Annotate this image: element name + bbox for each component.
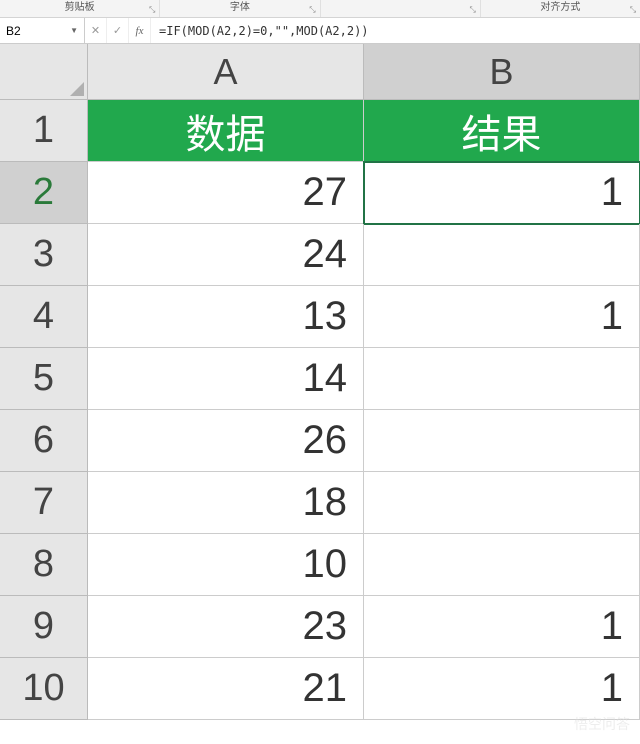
cell[interactable]: 14 bbox=[88, 348, 364, 410]
row-header[interactable]: 8 bbox=[0, 534, 88, 596]
cell[interactable]: 10 bbox=[88, 534, 364, 596]
formula-input[interactable]: =IF(MOD(A2,2)=0,"",MOD(A2,2)) bbox=[151, 18, 640, 43]
table-row: 810 bbox=[0, 534, 640, 596]
table-row: 1 数据 结果 bbox=[0, 100, 640, 162]
cell-header-b[interactable]: 结果 bbox=[364, 100, 640, 162]
table-row: 9231 bbox=[0, 596, 640, 658]
cell[interactable]: 13 bbox=[88, 286, 364, 348]
dialog-launcher-icon[interactable]: ⤡ bbox=[468, 2, 478, 12]
row-header[interactable]: 4 bbox=[0, 286, 88, 348]
dialog-launcher-icon[interactable]: ⤡ bbox=[308, 2, 318, 12]
ribbon-font: 字体 ⤡ bbox=[160, 0, 320, 17]
row-header[interactable]: 9 bbox=[0, 596, 88, 658]
cell[interactable]: 1 bbox=[364, 286, 640, 348]
column-headers: A B bbox=[0, 44, 640, 100]
column-header-b[interactable]: B bbox=[364, 44, 640, 100]
ribbon-label: 剪贴板 bbox=[65, 2, 95, 13]
row-header[interactable]: 10 bbox=[0, 658, 88, 720]
row-header[interactable]: 5 bbox=[0, 348, 88, 410]
cell[interactable] bbox=[364, 410, 640, 472]
dialog-launcher-icon[interactable]: ⤡ bbox=[147, 2, 157, 12]
cell[interactable]: 23 bbox=[88, 596, 364, 658]
row-header[interactable]: 3 bbox=[0, 224, 88, 286]
cell[interactable]: 24 bbox=[88, 224, 364, 286]
watermark: 悟空问答 bbox=[574, 714, 630, 734]
formula-cancel-button[interactable]: ✕ bbox=[85, 18, 107, 43]
cell[interactable] bbox=[364, 472, 640, 534]
table-row: 10211 bbox=[0, 658, 640, 720]
spreadsheet-grid: A B 1 数据 结果 2271324413151462671881092311… bbox=[0, 44, 640, 720]
formula-bar: B2 ▼ ✕ ✓ fx =IF(MOD(A2,2)=0,"",MOD(A2,2)… bbox=[0, 18, 640, 44]
cell[interactable]: 21 bbox=[88, 658, 364, 720]
cell[interactable] bbox=[364, 348, 640, 410]
table-row: 718 bbox=[0, 472, 640, 534]
ribbon-group-labels: 剪贴板 ⤡ 字体 ⤡ ⤡ 对齐方式 ⤡ bbox=[0, 0, 640, 18]
cell[interactable]: 1 bbox=[364, 162, 640, 224]
ribbon-blank: ⤡ bbox=[321, 0, 481, 17]
cell[interactable]: 1 bbox=[364, 596, 640, 658]
table-row: 626 bbox=[0, 410, 640, 472]
cell[interactable]: 18 bbox=[88, 472, 364, 534]
ribbon-alignment: 对齐方式 ⤡ bbox=[481, 0, 640, 17]
row-header[interactable]: 1 bbox=[0, 100, 88, 162]
formula-enter-button[interactable]: ✓ bbox=[107, 18, 129, 43]
name-box[interactable]: B2 ▼ bbox=[0, 18, 85, 43]
cell[interactable] bbox=[364, 224, 640, 286]
cell-header-a[interactable]: 数据 bbox=[88, 100, 364, 162]
table-row: 4131 bbox=[0, 286, 640, 348]
chevron-down-icon[interactable]: ▼ bbox=[70, 26, 78, 35]
table-row: 2271 bbox=[0, 162, 640, 224]
cell[interactable] bbox=[364, 534, 640, 596]
cell[interactable]: 26 bbox=[88, 410, 364, 472]
fx-button[interactable]: fx bbox=[129, 18, 151, 43]
cell[interactable]: 1 bbox=[364, 658, 640, 720]
row-header[interactable]: 2 bbox=[0, 162, 88, 224]
table-row: 324 bbox=[0, 224, 640, 286]
row-header[interactable]: 6 bbox=[0, 410, 88, 472]
ribbon-label: 字体 bbox=[230, 2, 250, 13]
cell[interactable]: 27 bbox=[88, 162, 364, 224]
column-header-a[interactable]: A bbox=[88, 44, 364, 100]
name-box-value: B2 bbox=[6, 24, 21, 38]
table-row: 514 bbox=[0, 348, 640, 410]
row-header[interactable]: 7 bbox=[0, 472, 88, 534]
ribbon-label: 对齐方式 bbox=[540, 2, 580, 13]
ribbon-clipboard: 剪贴板 ⤡ bbox=[0, 0, 160, 17]
dialog-launcher-icon[interactable]: ⤡ bbox=[628, 2, 638, 12]
select-all-corner[interactable] bbox=[0, 44, 88, 100]
